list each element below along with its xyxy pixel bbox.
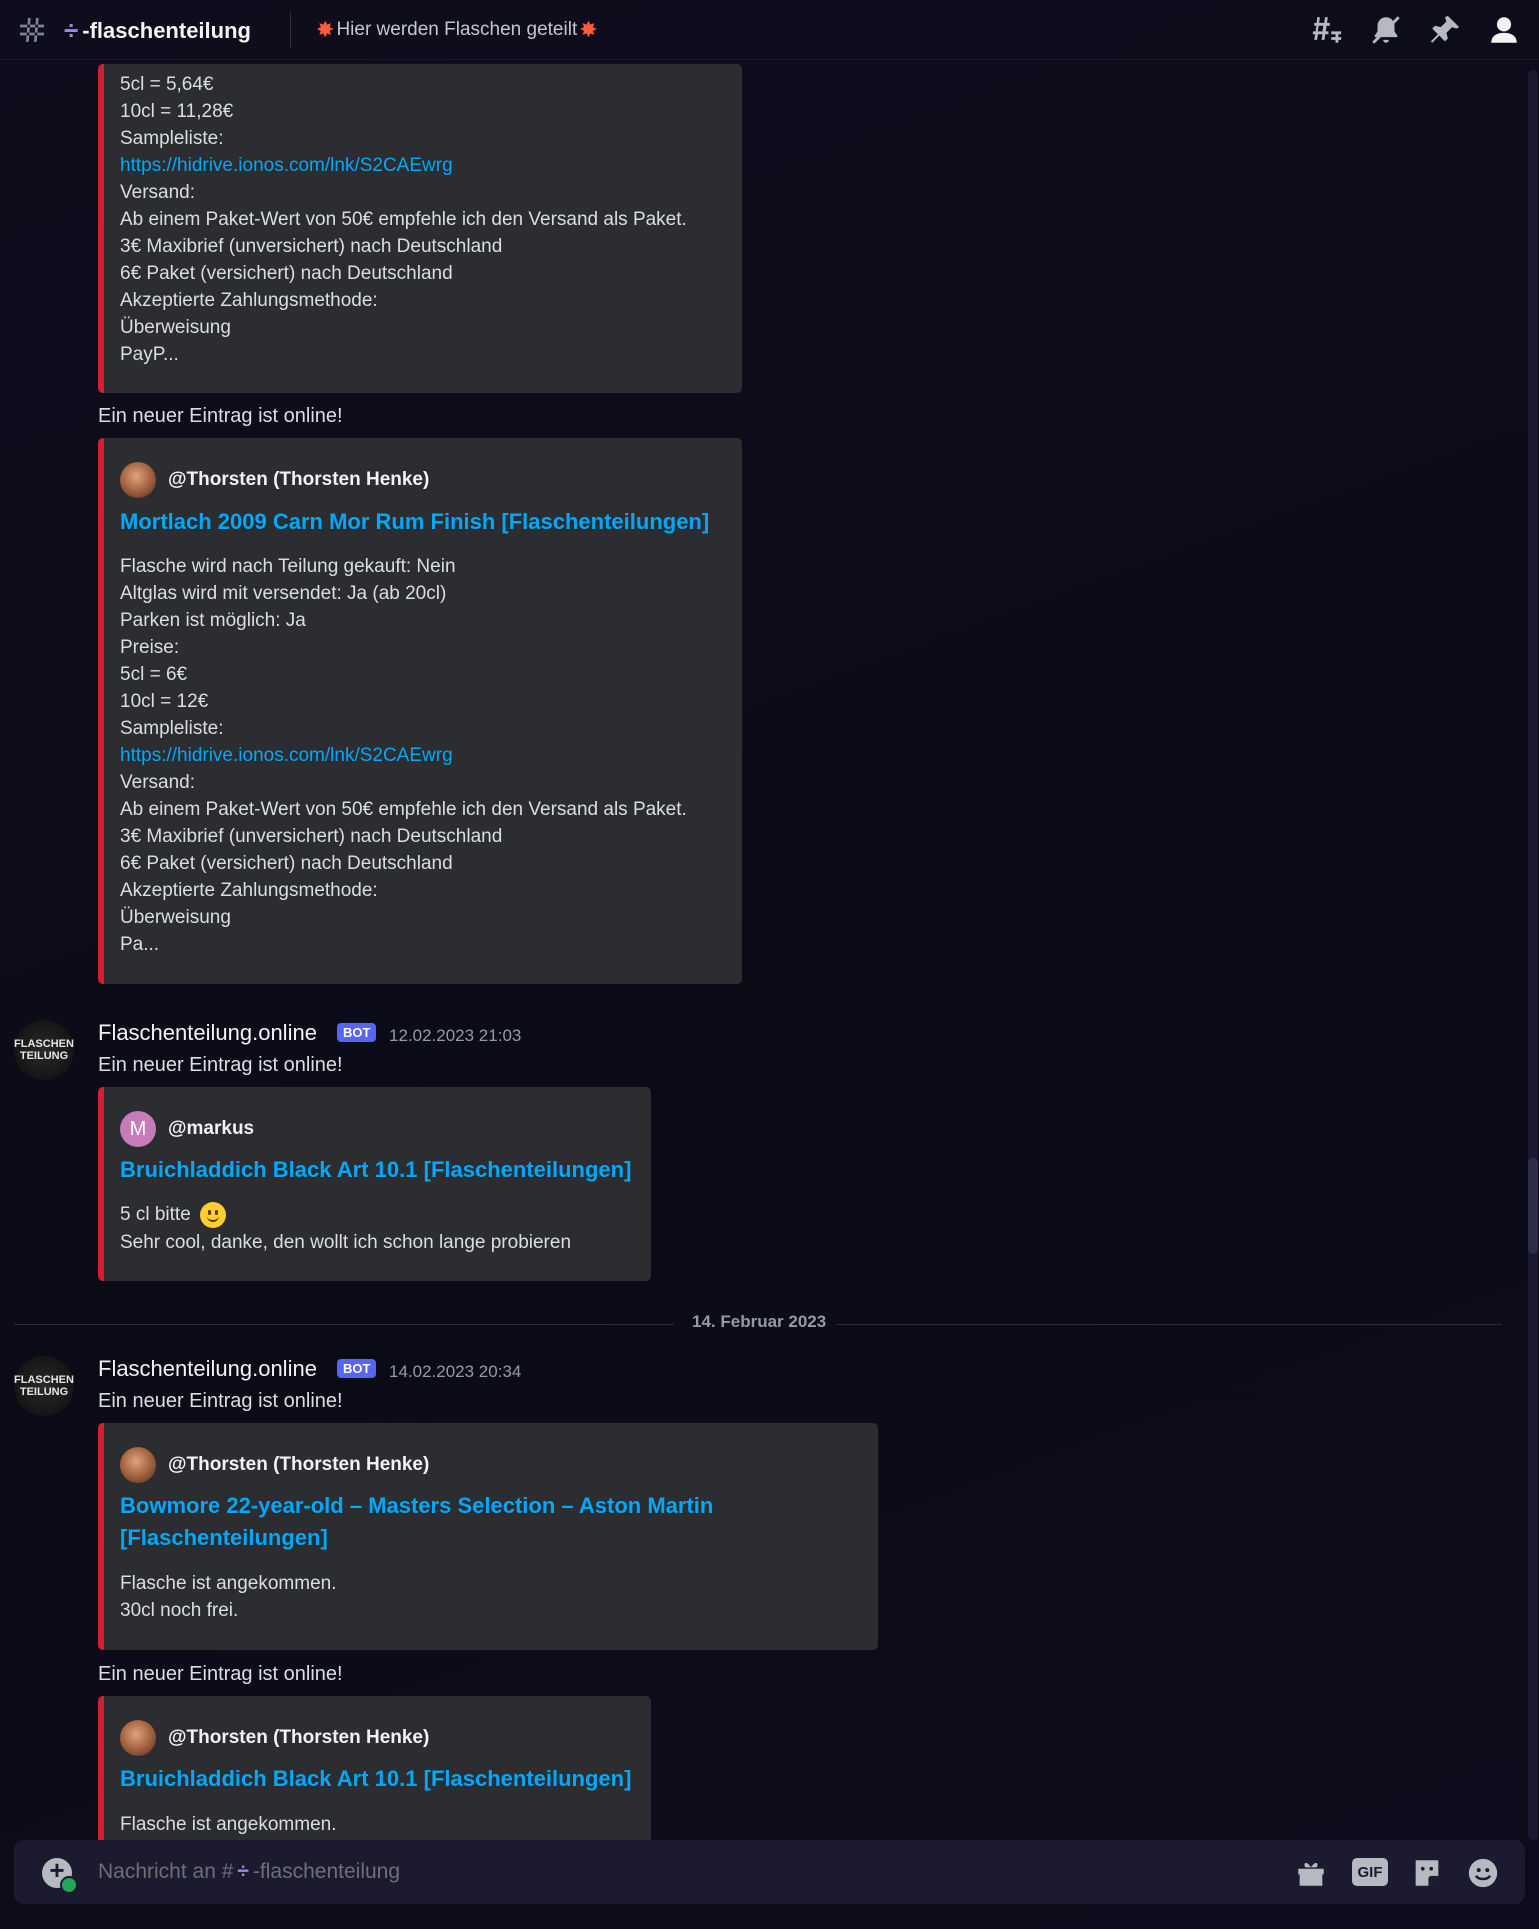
embed-line: 10cl = 11,28€	[120, 101, 234, 122]
embed-line: Akzeptierte Zahlungsmethode:	[120, 290, 378, 311]
embed-author[interactable]: M @markus	[120, 1111, 254, 1147]
embed-line: Ab einem Paket-Wert von 50€ empfehle ich…	[120, 209, 687, 230]
message-embed: @Thorsten (Thorsten Henke) Mortlach 2009…	[98, 438, 742, 984]
bot-avatar-text: TEILUNG	[19, 1386, 69, 1398]
embed-author-name: @Thorsten (Thorsten Henke)	[168, 1454, 430, 1475]
embed-line: Pa...	[120, 934, 160, 955]
author-avatar: M	[120, 1111, 156, 1147]
embed-author[interactable]: @Thorsten (Thorsten Henke)	[120, 1720, 429, 1756]
embed-line: 5cl = 6€	[120, 664, 188, 685]
bot-avatar-text: FLASCHEN	[14, 1374, 74, 1386]
message-text: Ein neuer Eintrag ist online!	[98, 405, 343, 427]
scrollbar-thumb[interactable]	[1528, 1158, 1538, 1254]
username[interactable]: Flaschenteilung.online	[98, 1356, 317, 1382]
message-composer[interactable]: Nachricht an #÷-flaschenteilung GIF	[14, 1840, 1525, 1904]
embed-line: Flasche wird nach Teilung gekauft: Nein	[120, 556, 456, 577]
embed-line: Preise:	[120, 637, 180, 658]
embed-line: Flasche ist angekommen.	[120, 1573, 337, 1594]
message-timestamp[interactable]: 14.02.2023 20:34	[389, 1362, 521, 1382]
date-separator-line	[14, 1324, 674, 1325]
embed-line: Akzeptierte Zahlungsmethode:	[120, 880, 378, 901]
bot-avatar-text: FLASCHEN	[14, 1038, 74, 1050]
message-timestamp[interactable]: 12.02.2023 21:03	[389, 1026, 521, 1046]
embed-line: Flasche ist angekommen.	[120, 1814, 337, 1835]
channel-topic-text: Hier werden Flaschen geteilt	[336, 19, 578, 40]
bot-badge: BOT	[337, 1359, 377, 1378]
embed-title-link[interactable]: Mortlach 2009 Carn Mor Rum Finish [Flasc…	[120, 506, 730, 538]
embed-line: Überweisung	[120, 907, 231, 928]
embed-line: 3€ Maxibrief (unversichert) nach Deutsch…	[120, 236, 503, 257]
embed-line: Ab einem Paket-Wert von 50€ empfehle ich…	[120, 799, 687, 820]
scrollbar-track[interactable]	[1528, 70, 1538, 1840]
embed-line-text: 5 cl bitte	[120, 1204, 191, 1226]
message-embed: 5cl = 5,64€ 10cl = 11,28€ Sampleliste: h…	[98, 64, 742, 393]
bot-badge: BOT	[337, 1023, 377, 1042]
embed-line: PayP...	[120, 344, 179, 365]
divide-icon: ÷	[237, 1860, 249, 1883]
message-text: Ein neuer Eintrag ist online!	[98, 1054, 343, 1076]
channel-header: ÷ -flaschenteilung ✸ Hier werden Flasche…	[0, 0, 1539, 60]
bot-avatar[interactable]: FLASCHEN TEILUNG	[14, 1020, 74, 1080]
author-avatar	[120, 1720, 156, 1756]
author-avatar	[120, 1447, 156, 1483]
channel-name: ÷ -flaschenteilung	[64, 15, 251, 46]
divide-icon: ÷	[64, 15, 79, 45]
embed-line: 6€ Paket (versichert) nach Deutschland	[120, 263, 453, 284]
embed-line: Altglas wird mit versendet: Ja (ab 20cl)	[120, 583, 447, 604]
message-embed: @Thorsten (Thorsten Henke) Bowmore 22-ye…	[98, 1423, 878, 1650]
bot-avatar-text: TEILUNG	[19, 1050, 69, 1062]
threads-icon[interactable]	[1310, 13, 1344, 47]
embed-title-link[interactable]: Bowmore 22-year-old – Masters Selection …	[120, 1490, 760, 1554]
gift-icon[interactable]	[1294, 1856, 1328, 1890]
text-channel-hash-icon	[16, 14, 48, 46]
date-separator: 14. Februar 2023	[692, 1312, 827, 1331]
message-input[interactable]: Nachricht an # ÷ -flaschenteilung	[98, 1860, 400, 1884]
embed-line: Überweisung	[120, 317, 231, 338]
channel-name-label: -flaschenteilung	[82, 17, 251, 43]
message-text: Ein neuer Eintrag ist online!	[98, 1390, 343, 1412]
notification-muted-icon[interactable]	[1369, 13, 1403, 47]
embed-line: 30cl noch frei.	[120, 1600, 239, 1621]
embed-title-link[interactable]: Bruichladdich Black Art 10.1 [Flaschente…	[120, 1154, 640, 1186]
sampleliste-link[interactable]: https://hidrive.ionos.com/lnk/S2CAEwrg	[120, 155, 453, 177]
sampleliste-link[interactable]: https://hidrive.ionos.com/lnk/S2CAEwrg	[120, 745, 453, 767]
embed-line: Versand:	[120, 772, 195, 793]
embed-author[interactable]: @Thorsten (Thorsten Henke)	[120, 1447, 429, 1483]
embed-line: 5cl = 5,64€	[120, 74, 214, 95]
member-list-icon[interactable]	[1487, 13, 1521, 47]
author-avatar	[120, 462, 156, 498]
collision-emoji-icon: ✸	[316, 17, 335, 42]
pin-icon[interactable]	[1428, 13, 1462, 47]
embed-author-name: @Thorsten (Thorsten Henke)	[168, 469, 430, 490]
message-embed: M @markus Bruichladdich Black Art 10.1 […	[98, 1087, 651, 1281]
sticker-icon[interactable]	[1410, 1856, 1444, 1890]
embed-line: Sehr cool, danke, den wollt ich schon la…	[120, 1232, 572, 1253]
composer-placeholder-prefix: Nachricht an #	[98, 1860, 234, 1883]
embed-title-link[interactable]: Bruichladdich Black Art 10.1 [Flaschente…	[120, 1763, 640, 1795]
username[interactable]: Flaschenteilung.online	[98, 1020, 317, 1046]
collision-emoji-icon: ✸	[579, 17, 598, 42]
gif-button[interactable]: GIF	[1352, 1858, 1388, 1886]
composer-placeholder-channel: -flaschenteilung	[252, 1860, 401, 1883]
message-embed: @Thorsten (Thorsten Henke) Bruichladdich…	[98, 1696, 651, 1840]
channel-topic[interactable]: ✸ Hier werden Flaschen geteilt ✸	[316, 17, 598, 43]
embed-line: 5 cl bitte	[120, 1202, 227, 1228]
embed-line: Versand:	[120, 182, 195, 203]
embed-line: Parken ist möglich: Ja	[120, 610, 306, 631]
date-separator-line	[836, 1324, 1502, 1325]
embed-line: 10cl = 12€	[120, 691, 209, 712]
header-divider	[290, 12, 291, 48]
emoji-picker-icon[interactable]	[1466, 1856, 1500, 1890]
embed-line: Sampleliste:	[120, 128, 224, 149]
embed-author-name: @Thorsten (Thorsten Henke)	[168, 1727, 430, 1748]
bot-avatar[interactable]: FLASCHEN TEILUNG	[14, 1356, 74, 1416]
slightly-smiling-emoji-icon	[200, 1202, 227, 1228]
embed-line: Sampleliste:	[120, 718, 224, 739]
embed-line: 3€ Maxibrief (unversichert) nach Deutsch…	[120, 826, 503, 847]
embed-author-name: @markus	[168, 1118, 255, 1139]
embed-line: 6€ Paket (versichert) nach Deutschland	[120, 853, 453, 874]
message-text: Ein neuer Eintrag ist online!	[98, 1663, 343, 1685]
upload-plus-icon[interactable]	[42, 1855, 78, 1894]
embed-author[interactable]: @Thorsten (Thorsten Henke)	[120, 462, 429, 498]
